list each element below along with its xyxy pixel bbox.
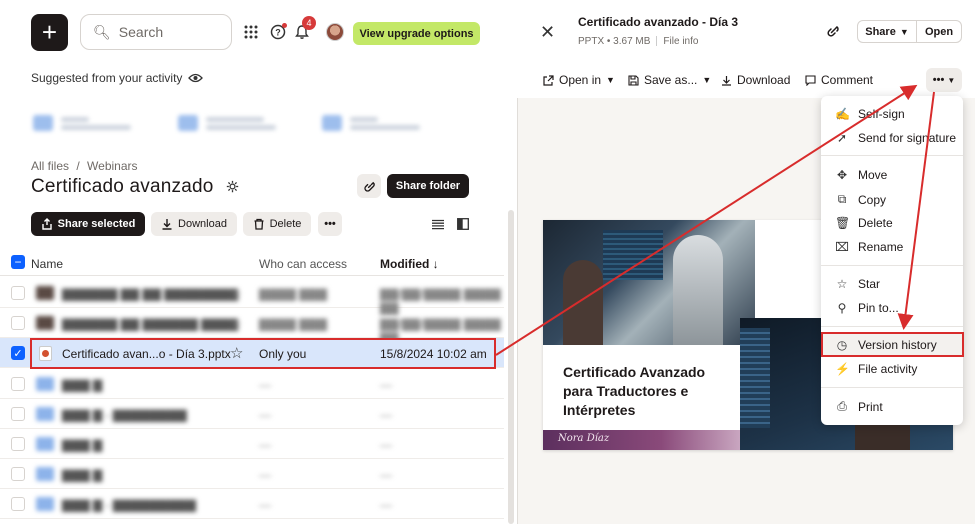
arrow-to-more-button bbox=[495, 84, 918, 356]
arrow-to-version-history bbox=[897, 91, 935, 330]
annotation-arrows bbox=[495, 84, 935, 356]
